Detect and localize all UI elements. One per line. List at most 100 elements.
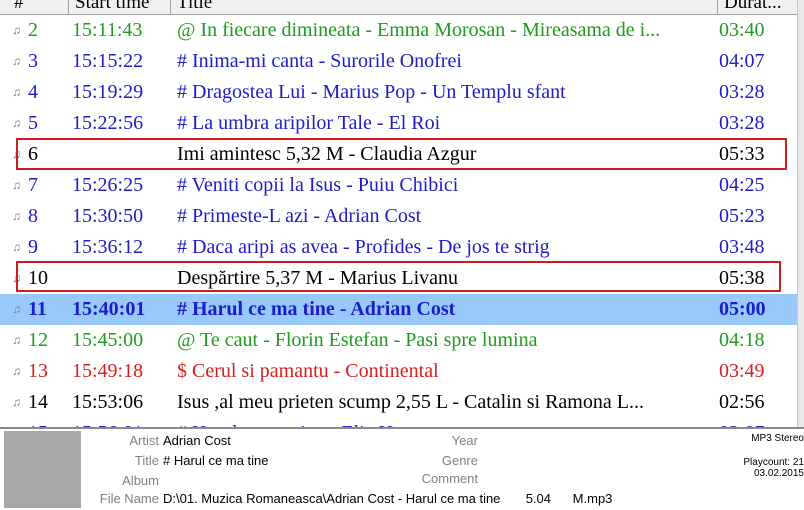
music-note-icon: ♫ xyxy=(12,116,21,130)
music-note-icon: ♫ xyxy=(12,240,21,254)
playlist-row[interactable]: ♫ 13 15:49:18 $ Cerul si pamantu - Continen… xyxy=(0,356,797,387)
row-duration: 04:07 xyxy=(719,50,765,72)
row-title: $ Cerul si pamantu - Continental xyxy=(177,360,439,382)
row-title: # Primeste-L azi - Adrian Cost xyxy=(177,205,422,227)
title-label: Title xyxy=(134,453,159,468)
row-number: 14 xyxy=(28,391,48,413)
row-title: # Daca aripi as avea - Profides - De jos… xyxy=(177,236,550,258)
row-title: # Harul ce ma tine - Elia H... xyxy=(177,418,717,427)
playlist-row-selected[interactable]: ♫ 11 15:40:01 # Harul ce ma tine - Adrian C… xyxy=(0,294,797,325)
row-number: 9 xyxy=(28,236,38,258)
artist-label: Artist xyxy=(129,433,159,448)
music-note-icon: ♫ xyxy=(12,23,21,37)
row-title: Imi amintesc 5,32 M - Claudia Azgur xyxy=(177,143,477,165)
year-label: Year xyxy=(451,433,478,448)
row-duration: 05:23 xyxy=(719,205,765,227)
music-note-icon: ♫ xyxy=(12,147,21,161)
genre-label: Genre xyxy=(441,453,478,468)
row-duration: 05:38 xyxy=(719,267,765,289)
playlist-row[interactable]: ♫ 14 15:53:06 Isus ,al meu prieten scump 2,… xyxy=(0,387,797,418)
row-start-time: 15:26:25 xyxy=(72,174,144,196)
row-duration: 03:40 xyxy=(719,19,765,41)
playlist-row[interactable]: ♫ 12 15:45:00 @ Te caut - Florin Estefan - … xyxy=(0,325,797,356)
artist-value: Adrian Cost xyxy=(163,433,231,448)
music-note-icon: ♫ xyxy=(12,178,21,192)
row-title: @ Te caut - Florin Estefan - Pasi spre l… xyxy=(177,329,538,351)
row-start-time: 15:19:29 xyxy=(72,81,144,103)
playlist-row[interactable]: ♫ 5 15:22:56 # La umbra aripilor Tale - El … xyxy=(0,108,797,139)
music-note-icon: ♫ xyxy=(12,85,21,99)
row-title: # Veniti copii la Isus - Puiu Chibici xyxy=(177,174,459,196)
comment-label: Comment xyxy=(421,471,478,486)
music-note-icon: ♫ xyxy=(12,395,21,409)
row-duration: 03:49 xyxy=(719,360,765,382)
row-start-time: 15:30:50 xyxy=(72,205,144,227)
playlist-row[interactable]: ♫ 3 15:15:22 # Inima-mi canta - Surorile On… xyxy=(0,46,797,77)
row-number: 8 xyxy=(28,205,38,227)
column-header: # Start time Title Durat... xyxy=(0,0,804,15)
row-number: 15 xyxy=(28,418,68,427)
row-start-time: 15:15:22 xyxy=(72,50,144,72)
row-number: 5 xyxy=(28,112,38,134)
music-note-icon: ♫ xyxy=(12,418,26,427)
filename-value: D:\01. Muzica Romaneasca\Adrian Cost - H… xyxy=(163,491,613,506)
row-number: 10 xyxy=(28,267,48,289)
row-title: # La umbra aripilor Tale - El Roi xyxy=(177,112,441,134)
row-duration: 04:18 xyxy=(719,329,765,351)
row-number: 4 xyxy=(28,81,38,103)
row-duration: 05:00 xyxy=(719,298,766,320)
row-duration: 05:33 xyxy=(719,143,765,165)
row-title: # Dragostea Lui - Marius Pop - Un Templu… xyxy=(177,81,566,103)
track-info-panel: Artist Adrian Cost Title # Harul ce ma t… xyxy=(0,427,804,510)
column-header-duration[interactable]: Durat... xyxy=(717,0,804,14)
row-duration: 04:25 xyxy=(719,174,765,196)
row-number: 7 xyxy=(28,174,38,196)
playlist-row[interactable]: ♫ 9 15:36:12 # Daca aripi as avea - Profide… xyxy=(0,232,797,263)
music-note-icon: ♫ xyxy=(12,54,21,68)
filename-label: File Name xyxy=(99,491,159,506)
row-title: Isus ,al meu prieten scump 2,55 L - Cata… xyxy=(177,391,644,413)
row-title: # Inima-mi canta - Surorile Onofrei xyxy=(177,50,462,72)
playlist-row[interactable]: ♫ 6 Imi amintesc 5,32 M - Claudia Azgur 05:… xyxy=(0,139,797,170)
row-number: 2 xyxy=(28,19,38,41)
row-number: 6 xyxy=(28,143,38,165)
row-start-time: 15:45:00 xyxy=(72,329,144,351)
row-start-time: 15:53:06 xyxy=(72,391,144,413)
row-start-time: 15:40:01 xyxy=(72,298,146,320)
playlist-row[interactable]: ♫ 7 15:26:25 # Veniti copii la Isus - Puiu … xyxy=(0,170,797,201)
row-number: 13 xyxy=(28,360,48,382)
album-label: Album xyxy=(122,473,159,488)
playlist[interactable]: # Start time Title Durat... ♫ 2 15:11:43 @ … xyxy=(0,0,804,427)
row-title: Despărtire 5,37 M - Marius Livanu xyxy=(177,267,459,289)
playlist-row[interactable]: ♫ 4 15:19:29 # Dragostea Lui - Marius Pop -… xyxy=(0,77,797,108)
row-duration: 03:07 xyxy=(719,418,797,427)
row-start-time: 15:22:56 xyxy=(72,112,144,134)
row-number: 12 xyxy=(28,329,48,351)
music-note-icon: ♫ xyxy=(12,209,21,223)
playlist-row[interactable]: ♫ 10 Despărtire 5,37 M - Marius Livanu 05:3… xyxy=(0,263,797,294)
row-start-time: 15:49:18 xyxy=(72,360,144,382)
row-start-time xyxy=(72,263,172,294)
row-start-time: 15:11:43 xyxy=(72,19,143,41)
row-duration: 02:56 xyxy=(719,391,765,413)
playlist-row[interactable]: ♫ 8 15:30:50 # Primeste-L azi - Adrian Cost… xyxy=(0,201,797,232)
row-title: # Harul ce ma tine - Adrian Cost xyxy=(177,298,456,320)
music-note-icon: ♫ xyxy=(12,302,21,316)
title-value: # Harul ce ma tine xyxy=(163,453,269,468)
row-start-time: 15:56:01 xyxy=(72,418,172,427)
row-number: 11 xyxy=(28,298,47,320)
column-header-start-time[interactable]: Start time xyxy=(68,0,171,14)
playlist-row[interactable]: ♫ 2 15:11:43 @ In fiecare dimineata - Emma … xyxy=(0,15,797,46)
playlist-row[interactable]: ♫15 15:56:01 # Harul ce ma tine - Elia H..… xyxy=(0,418,797,427)
row-number: 3 xyxy=(28,50,38,72)
column-header-title[interactable]: Title xyxy=(170,0,717,14)
music-note-icon: ♫ xyxy=(12,364,21,378)
playlist-scrollbar[interactable] xyxy=(797,0,804,427)
format-value: MP3 Stereo xyxy=(751,433,804,444)
row-duration: 03:48 xyxy=(719,236,765,258)
column-header-number[interactable]: # xyxy=(14,0,54,14)
row-start-time xyxy=(72,139,172,170)
row-start-time: 15:36:12 xyxy=(72,236,144,258)
date-value: 03.02.2015 xyxy=(753,468,804,479)
music-note-icon: ♫ xyxy=(12,333,21,347)
